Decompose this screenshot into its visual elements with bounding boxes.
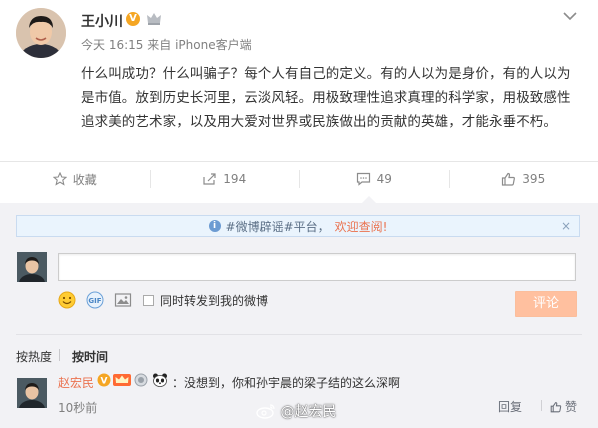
commenter-avatar[interactable]	[17, 378, 47, 408]
weibo-logo-icon	[256, 404, 275, 419]
post-content: 什么叫成功？什么叫骗子？每个人有自己的定义。有的人以为是身价，有的人以为是市值。…	[81, 66, 571, 130]
comment-like-button[interactable]: 赞	[550, 398, 577, 415]
info-icon: i	[208, 220, 221, 232]
gif-icon[interactable]: GIF	[86, 291, 104, 309]
comment-count: 49	[376, 172, 392, 186]
verified-badge-icon: V	[97, 373, 111, 387]
watermark: @赵宏民	[256, 401, 336, 421]
post-source[interactable]: iPhone客户端	[175, 38, 252, 52]
repost-count: 194	[223, 172, 247, 186]
repost-button[interactable]: 194	[149, 162, 300, 196]
sort-separator	[59, 349, 60, 361]
commenter-name[interactable]: 赵宏民	[58, 374, 94, 391]
like-thumb-icon	[502, 172, 516, 186]
comment-icon	[356, 172, 370, 186]
favorite-label: 收藏	[72, 172, 97, 187]
member-crown-icon	[113, 373, 131, 387]
comment-button[interactable]: 49	[299, 162, 449, 196]
submit-comment-button[interactable]: 评论	[515, 291, 577, 317]
panel-caret	[362, 196, 376, 203]
svg-text:V: V	[101, 377, 108, 387]
repost-checkbox-label[interactable]: 同时转发到我的微博	[160, 292, 268, 309]
watermark-text: @赵宏民	[280, 404, 337, 420]
sort-by-time[interactable]: 按时间	[72, 348, 108, 365]
favorite-star-icon	[52, 172, 67, 186]
post-author-name[interactable]: 王小川	[81, 11, 123, 31]
comment-like-label: 赞	[565, 400, 578, 414]
like-button[interactable]: 395	[448, 162, 598, 196]
like-count: 395	[522, 172, 546, 186]
crown-icon	[146, 12, 162, 26]
post-source-prefix: 来自	[147, 38, 172, 52]
verified-badge-icon: V	[126, 12, 140, 26]
divider	[16, 334, 582, 335]
notice-link[interactable]: 欢迎查阅!	[335, 218, 388, 235]
author-avatar[interactable]	[16, 8, 66, 58]
action-separator	[541, 400, 542, 411]
favorite-button[interactable]: 收藏	[0, 162, 150, 196]
comment-input[interactable]	[58, 253, 576, 281]
like-thumb-icon	[550, 401, 562, 412]
more-chevron-icon[interactable]	[563, 10, 577, 21]
comment-text: ：没想到，你和孙宇晨的梁子结的这么深啊	[172, 376, 401, 390]
repost-checkbox[interactable]	[143, 295, 154, 306]
sort-by-hot[interactable]: 按热度	[16, 348, 52, 365]
notice-text: #微博辟谣#平台，	[225, 219, 330, 234]
panda-icon	[152, 373, 168, 387]
level-medal-icon	[134, 373, 148, 387]
rumor-notice-bar: i #微博辟谣#平台， 欢迎查阅! ×	[16, 215, 580, 237]
my-avatar	[17, 252, 47, 282]
image-icon[interactable]	[114, 291, 132, 309]
comment-time: 10秒前	[58, 401, 98, 415]
reply-button[interactable]: 回复	[498, 398, 522, 415]
emoji-icon[interactable]	[58, 291, 76, 309]
repost-icon	[203, 173, 216, 185]
post-meta: 今天 16:15 来自 iPhone客户端	[81, 36, 252, 53]
svg-text:GIF: GIF	[88, 297, 101, 305]
post-action-bar: 收藏 194 49 395	[0, 162, 598, 196]
post-time[interactable]: 今天 16:15	[81, 38, 143, 52]
close-icon[interactable]: ×	[561, 219, 571, 233]
